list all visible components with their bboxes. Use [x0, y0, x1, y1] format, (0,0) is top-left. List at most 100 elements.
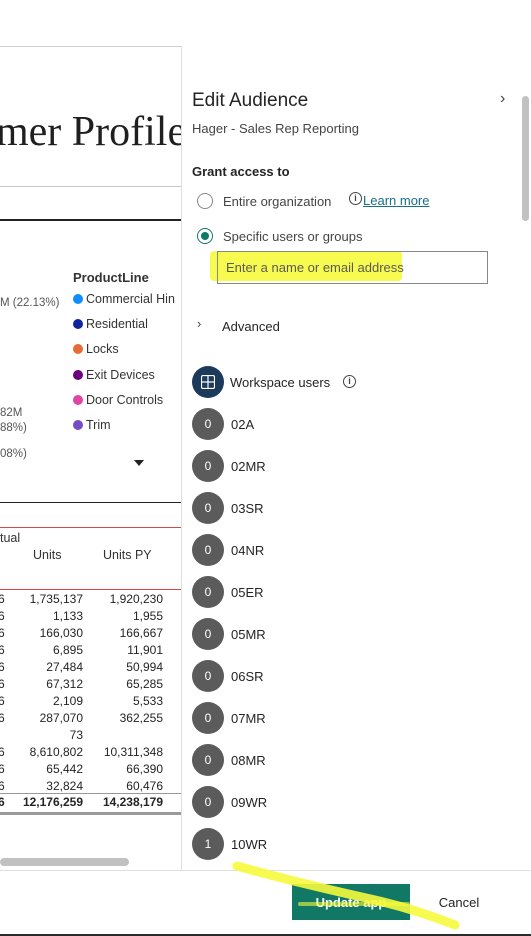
vertical-scrollbar[interactable] — [522, 96, 529, 221]
table-row: 6 27,484 50,994 — [0, 660, 163, 674]
option-specific-label[interactable]: Specific users or groups — [223, 229, 362, 244]
user-name: 10WR — [231, 837, 268, 852]
legend-item[interactable]: Locks — [73, 342, 119, 356]
list-item[interactable]: 0 05ER — [192, 576, 492, 608]
workspace-users-label: Workspace users — [230, 375, 331, 390]
legend-label: Trim — [86, 418, 111, 432]
grant-access-label: Grant access to — [192, 164, 290, 179]
legend-dot-icon — [73, 370, 83, 380]
workspace-avatar — [192, 366, 224, 398]
divider — [0, 46, 181, 47]
divider — [0, 527, 181, 528]
avatar: 0 — [192, 702, 224, 734]
update-app-button[interactable]: Update app — [292, 884, 410, 920]
pane-title: Edit Audience — [192, 90, 309, 111]
legend-title: ProductLine — [73, 270, 149, 285]
pie-label: 88%) — [0, 422, 27, 434]
user-name: 05MR — [231, 627, 266, 642]
radio-entire-organization[interactable] — [197, 193, 213, 209]
list-item[interactable]: 0 08MR — [192, 744, 492, 776]
legend-label: Door Controls — [86, 393, 164, 407]
avatar: 0 — [192, 492, 224, 524]
legend-dot-icon — [73, 294, 83, 304]
report-title: mer Profile — [0, 109, 181, 155]
pie-label: M (22.13%) — [0, 297, 60, 309]
horizontal-scrollbar[interactable] — [0, 858, 129, 866]
list-item[interactable]: 0 03SR — [192, 492, 492, 524]
divider — [0, 502, 181, 503]
divider — [0, 793, 181, 794]
column-header-units-py[interactable]: Units PY — [103, 548, 152, 562]
avatar: 0 — [192, 576, 224, 608]
legend-label: Residential — [86, 317, 148, 331]
legend-dot-icon — [73, 344, 83, 354]
table-total-row: 6 12,176,259 14,238,179 — [0, 795, 163, 809]
divider — [0, 812, 181, 815]
legend-item[interactable]: Residential — [73, 317, 148, 331]
pane-footer: Update app Cancel — [0, 870, 531, 936]
table-row: 73 — [69, 728, 83, 742]
chevron-right-icon[interactable]: › — [197, 316, 201, 331]
divider — [0, 589, 181, 590]
avatar: 0 — [192, 450, 224, 482]
list-item[interactable]: 0 07MR — [192, 702, 492, 734]
report-background: mer Profile M (22.13%) 82M 88%) 08%) Pro… — [0, 0, 181, 870]
table-row: 6 287,070 362,255 — [0, 711, 163, 725]
user-name: 09WR — [231, 795, 268, 810]
list-item[interactable]: 0 04NR — [192, 534, 492, 566]
list-item[interactable]: 0 05MR — [192, 618, 492, 650]
list-item[interactable]: 0 02A — [192, 408, 492, 440]
legend-item[interactable]: Door Controls — [73, 393, 163, 407]
pie-label: 08%) — [0, 448, 27, 460]
user-name: 02MR — [231, 459, 266, 474]
legend-item[interactable]: Exit Devices — [73, 368, 155, 382]
table-row: 6 1,133 1,955 — [0, 609, 163, 623]
table-row: 6 67,312 65,285 — [0, 677, 163, 691]
divider — [0, 186, 181, 187]
info-icon[interactable]: i — [343, 375, 356, 388]
avatar: 1 — [192, 828, 224, 860]
option-entire-label[interactable]: Entire organization — [223, 194, 331, 209]
list-item[interactable]: 1 10WR — [192, 828, 492, 860]
avatar: 0 — [192, 786, 224, 818]
avatar: 0 — [192, 744, 224, 776]
legend-dot-icon — [73, 319, 83, 329]
legend-label: Locks — [86, 342, 119, 356]
divider — [0, 219, 181, 221]
list-item[interactable]: 0 02MR — [192, 450, 492, 482]
avatar: 0 — [192, 534, 224, 566]
user-name: 03SR — [231, 501, 264, 516]
learn-more-link[interactable]: Learn more — [363, 193, 429, 208]
cancel-button[interactable]: Cancel — [424, 884, 494, 920]
chevron-right-icon[interactable]: › — [500, 90, 505, 108]
pie-label: 82M — [0, 407, 23, 419]
legend-dot-icon — [73, 395, 83, 405]
column-header-units[interactable]: Units — [33, 548, 61, 562]
table-group-header: tual — [0, 531, 21, 545]
table-row: 6 8,610,802 10,311,348 — [0, 745, 163, 759]
workspace-icon — [201, 375, 215, 389]
radio-specific-users[interactable] — [197, 228, 213, 244]
user-name: 02A — [231, 417, 255, 432]
info-icon[interactable]: i — [349, 192, 362, 205]
user-name: 05ER — [231, 585, 264, 600]
table-row: 6 65,442 66,390 — [0, 762, 163, 776]
legend-scroll-down-icon[interactable] — [134, 460, 144, 466]
user-name: 06SR — [231, 669, 264, 684]
user-name: 04NR — [231, 543, 265, 558]
avatar: 0 — [192, 408, 224, 440]
table-row: 6 166,030 166,667 — [0, 626, 163, 640]
list-item[interactable]: 0 09WR — [192, 786, 492, 818]
advanced-toggle[interactable]: Advanced — [222, 319, 280, 334]
table-row: 6 2,109 5,533 — [0, 694, 163, 708]
table-row: 6 6,895 11,901 — [0, 643, 163, 657]
legend-item[interactable]: Trim — [73, 418, 111, 432]
name-email-input[interactable] — [217, 251, 488, 284]
avatar: 0 — [192, 618, 224, 650]
legend-dot-icon — [73, 420, 83, 430]
avatar: 0 — [192, 660, 224, 692]
pane-subtitle: Hager - Sales Rep Reporting — [192, 121, 359, 136]
legend-item[interactable]: Commercial Hin — [73, 292, 175, 306]
legend-label: Commercial Hin — [86, 292, 175, 306]
list-item[interactable]: 0 06SR — [192, 660, 492, 692]
